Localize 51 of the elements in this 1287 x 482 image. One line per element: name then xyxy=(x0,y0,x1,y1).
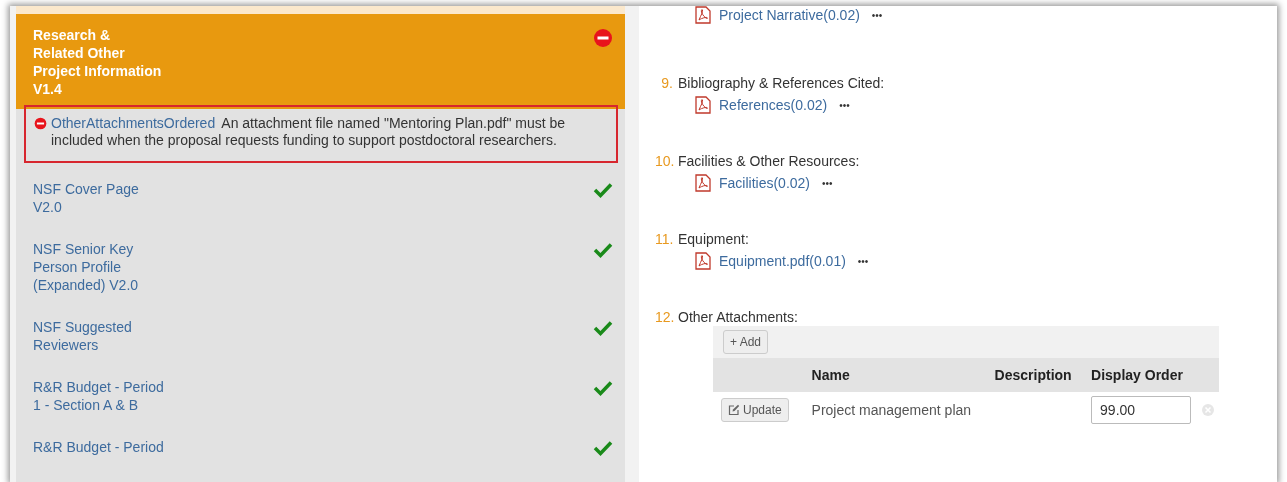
more-options-button[interactable]: ••• xyxy=(822,177,833,189)
column-header: Description xyxy=(994,367,1073,383)
section-label: Bibliography & References Cited: xyxy=(678,74,885,92)
error-message: OtherAttachmentsOrdered An attachment file named "Mentoring Plan.pdf" must be included when the proposal requests funding to support postdoctoral researchers. xyxy=(51,115,567,149)
form-title: Person Profile xyxy=(33,258,122,276)
form-title: Reviewers xyxy=(33,336,100,354)
pdf-file-icon xyxy=(695,174,711,192)
sidebar-item[interactable]: R&R Budget - Period xyxy=(16,427,625,469)
attachment-link[interactable]: Facilities(0.02) xyxy=(719,175,811,191)
column-header: Name xyxy=(811,367,851,383)
more-options-button[interactable]: ••• xyxy=(857,255,869,267)
table-cell-text: Project management plan xyxy=(811,402,973,418)
sidebar-item[interactable]: NSF Suggested Reviewers xyxy=(16,307,625,367)
item-number: 9. xyxy=(660,74,673,92)
sidebar-item[interactable]: NSF Cover Page V2.0 xyxy=(16,169,625,229)
form-title: R&R Budget - Period xyxy=(33,438,164,456)
item-number: 12. xyxy=(655,308,673,326)
pdf-file-icon xyxy=(695,6,711,24)
form-title: 1 - Section A & B xyxy=(33,396,140,414)
section-label: Facilities & Other Resources: xyxy=(678,152,860,170)
form-title: Related Other xyxy=(33,44,126,62)
attachment-link[interactable]: Project Narrative(0.02) xyxy=(719,7,860,23)
update-button[interactable]: Update xyxy=(721,398,789,422)
form-title: Research & xyxy=(33,26,112,44)
more-options-button[interactable]: ••• xyxy=(839,99,850,111)
form-title: (Expanded) V2.0 xyxy=(33,276,139,294)
sidebar-item[interactable]: NSF Senior Key Person Profile (Expanded) V2.0 xyxy=(16,229,625,307)
order-input-field[interactable]: 99.00 xyxy=(1091,396,1192,424)
form-title: Project Information xyxy=(33,62,162,80)
rule-link[interactable]: OtherAttachmentsOrdered xyxy=(51,115,216,131)
attachment-link[interactable]: Equipment.pdf(0.01) xyxy=(719,253,846,269)
form-title: NSF Cover Page xyxy=(33,180,139,198)
more-options-button[interactable]: ••• xyxy=(871,9,883,21)
remove-icon[interactable] xyxy=(1201,403,1216,417)
edit-icon xyxy=(728,404,740,416)
section-label: Other Attachments: xyxy=(678,308,798,326)
section-label: Equipment: xyxy=(678,230,749,248)
form-title: NSF Suggested xyxy=(33,318,132,336)
item-number: 10. xyxy=(655,152,673,170)
add-button[interactable]: + Add xyxy=(723,330,769,354)
error-icon xyxy=(34,117,47,130)
pdf-file-icon xyxy=(695,252,711,270)
pdf-file-icon xyxy=(695,96,711,114)
form-title: R&R Budget - Period xyxy=(33,378,164,396)
form-title: NSF Senior Key xyxy=(33,240,135,258)
attachment-link[interactable]: References(0.02) xyxy=(719,97,828,113)
form-title: V1.4 xyxy=(33,80,63,98)
column-header: Display Order xyxy=(1091,367,1184,383)
item-number: 11. xyxy=(655,230,673,248)
sidebar-item[interactable]: R&R Budget - Period 1 - Section A & B xyxy=(16,367,625,427)
form-title: V2.0 xyxy=(33,198,63,216)
